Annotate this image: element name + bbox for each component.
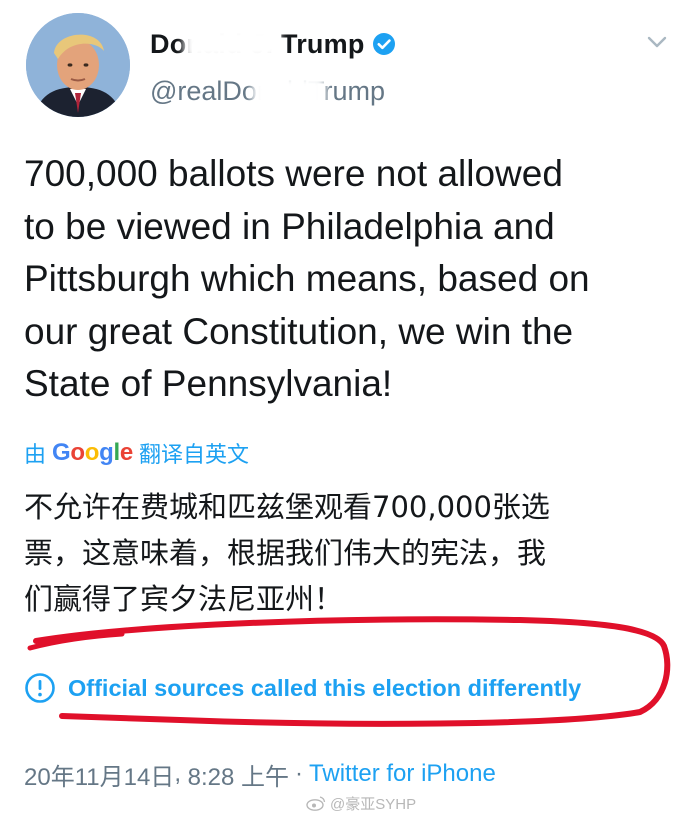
translated-line: 们赢得了宾夕法尼亚州！: [24, 582, 344, 616]
tweet-text: 700,000 ballots were not allowed to be v…: [24, 148, 679, 411]
meta-separator: ·: [295, 760, 304, 787]
tweet-source-link[interactable]: Twitter for iPhone: [309, 760, 496, 788]
profile-photo: [26, 13, 130, 117]
election-notice-link[interactable]: Official sources called this election di…: [68, 675, 581, 702]
tweet-date: 20年11月14日: [24, 763, 175, 791]
tweet-line: to be viewed in Philadelphia and: [24, 205, 555, 247]
translated-text: 不允许在费城和匹兹堡观看700,000张选 票，这意味着，根据我们伟大的宪法，我…: [24, 484, 664, 622]
weibo-icon: [306, 796, 326, 811]
redaction-blur-handle: [252, 76, 326, 110]
tweet-line: State of Pennsylvania!: [24, 363, 393, 404]
tweet-time: 8:28 上午: [187, 763, 290, 791]
translated-line: 票，这意味着，根据我们伟大的宪法，我: [24, 536, 547, 570]
info-circle-icon: [25, 673, 55, 703]
translation-prefix: 由: [24, 442, 47, 467]
translated-line: 不允许在费城和匹兹堡观看700,000张选: [24, 490, 550, 524]
tweet-line: Pittsburgh which means, based on: [24, 258, 590, 299]
tweet-line: 700,000 ballots were not allowed: [24, 153, 563, 194]
verified-badge-icon: [372, 33, 395, 55]
google-logo: Google: [52, 439, 133, 466]
tweet-line: our great Constitution, we win the: [24, 310, 574, 352]
translation-suffix: 翻译自英文: [138, 442, 249, 467]
redaction-blur-name: [184, 26, 280, 60]
chevron-down-icon[interactable]: [646, 34, 668, 50]
avatar[interactable]: [26, 13, 130, 117]
election-notice[interactable]: Official sources called this election di…: [24, 670, 581, 706]
watermark-text: @豪亚SYHP: [330, 795, 417, 813]
translation-attribution[interactable]: 由 Google 翻译自英文: [24, 438, 249, 468]
watermark: @豪亚SYHP: [306, 792, 416, 814]
tweet-meta: 20年11月14日, 8:28 上午 · Twitter for iPhone: [24, 758, 496, 791]
